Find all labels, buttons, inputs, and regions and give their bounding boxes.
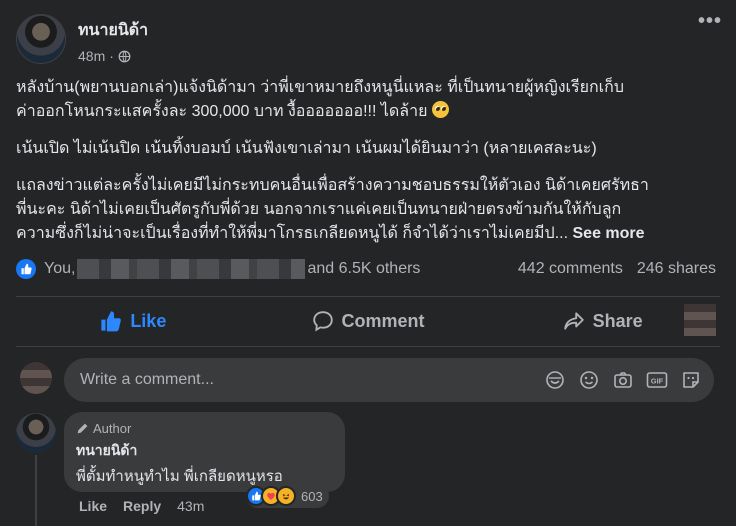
globe-icon — [118, 50, 131, 62]
gif-icon[interactable]: GIF — [646, 369, 668, 391]
more-options-button[interactable]: ••• — [698, 10, 722, 33]
comment-input-icons: GIF — [544, 369, 702, 391]
current-user-avatar[interactable] — [20, 362, 52, 394]
author-avatar[interactable] — [16, 14, 66, 64]
post-body: หลังบ้าน(พยานบอกเล่า)แจ้งนิด้ามา ว่าพี่เ… — [16, 76, 720, 259]
post-time[interactable]: 48m — [78, 48, 105, 64]
author-badge: Author — [76, 421, 333, 436]
comment-label: Comment — [341, 310, 425, 331]
paragraph-3: แถลงข่าวแต่ละครั้งไม่เคยมีไม่กระทบคนอื่น… — [16, 174, 720, 246]
comment-time[interactable]: 43m — [177, 498, 204, 514]
paragraph-1: หลังบ้าน(พยานบอกเล่า)แจ้งนิด้ามา ว่าพี่เ… — [16, 76, 720, 124]
paragraph-3-line-3: ความซึ่งก็ไม่น่าจะเป็นเรื่องที่ทำให้พี่ม… — [16, 225, 569, 242]
meta-dot: · — [109, 48, 114, 64]
paragraph-3-line-2: พี่นะคะ นิด้าไม่เคยเป็นศัตรูกับพี่ด้วย น… — [16, 201, 622, 218]
divider-top — [16, 296, 720, 297]
comment-input[interactable]: Write a comment... GIF — [64, 358, 714, 402]
like-reaction-icon[interactable] — [16, 259, 36, 279]
like-label: Like — [130, 310, 167, 331]
comment-icon — [312, 311, 333, 332]
share-label: Share — [592, 310, 643, 331]
author-badge-label: Author — [93, 421, 132, 436]
comment-like-button[interactable]: Like — [79, 498, 107, 514]
paragraph-3-line-1: แถลงข่าวแต่ละครั้งไม่เคยมีไม่กระทบคนอื่น… — [16, 177, 649, 194]
haha-reaction-icon — [276, 486, 296, 506]
pencil-icon — [77, 423, 88, 434]
comment-button[interactable]: Comment — [251, 310, 486, 332]
paragraph-2-line-1: เน้นเปิด ไม่เน้นปิด เน้นทิ้งบอมบ์ เน้นฟั… — [16, 140, 597, 157]
avatar-sticker-icon[interactable] — [544, 369, 566, 391]
comment-reply-button[interactable]: Reply — [123, 498, 161, 514]
pleading-face-icon — [431, 101, 449, 118]
shares-count[interactable]: 246 shares — [637, 260, 716, 278]
commenter-avatar[interactable] — [16, 413, 56, 453]
blurred-avatar-icon[interactable] — [684, 304, 716, 336]
comment-bubble: Author ทนายนิด้า พี่ตั้มทำหนูทำไม พี่เกล… — [64, 412, 345, 492]
paragraph-2: เน้นเปิด ไม่เน้นปิด เน้นทิ้งบอมบ์ เน้นฟั… — [16, 137, 720, 161]
thread-line — [35, 455, 37, 526]
camera-icon[interactable] — [612, 369, 634, 391]
stats-right: 442 comments 246 shares — [518, 260, 716, 278]
paragraph-1-line-1: หลังบ้าน(พยานบอกเล่า)แจ้งนิด้ามา ว่าพี่เ… — [16, 79, 624, 96]
commenter-name[interactable]: ทนายนิด้า — [76, 440, 333, 462]
comment-placeholder: Write a comment... — [80, 371, 214, 388]
comment-actions: Like Reply 43m — [79, 498, 204, 514]
reaction-count: 603 — [301, 488, 323, 504]
header-text: ทนายนิด้า 48m · — [78, 14, 148, 64]
comment-reactions[interactable]: 603 — [246, 484, 329, 508]
post-meta: 48m · — [78, 48, 148, 64]
author-name[interactable]: ทนายนิด้า — [78, 18, 148, 43]
paragraph-1-line-2: ค่าออกโหนกระแสครั้งละ 300,000 บาท งื้อออ… — [16, 103, 428, 120]
comments-count[interactable]: 442 comments — [518, 260, 623, 278]
post-header: ทนายนิด้า 48m · — [16, 14, 720, 66]
sticker-icon[interactable] — [680, 369, 702, 391]
reactors-others[interactable]: and 6.5K others — [307, 260, 420, 278]
reactors-you[interactable]: You, — [44, 260, 75, 278]
blurred-names — [77, 259, 306, 279]
see-more-link[interactable]: See more — [573, 225, 645, 242]
post-stats: You, and 6.5K others 442 comments 246 sh… — [16, 256, 716, 282]
post-actions: Like Comment Share — [16, 298, 720, 344]
share-icon — [563, 312, 584, 330]
svg-text:GIF: GIF — [651, 377, 664, 386]
like-button[interactable]: Like — [16, 310, 251, 332]
divider-bottom — [16, 346, 720, 347]
emoji-icon[interactable] — [578, 369, 600, 391]
thumbs-up-icon — [101, 311, 122, 332]
